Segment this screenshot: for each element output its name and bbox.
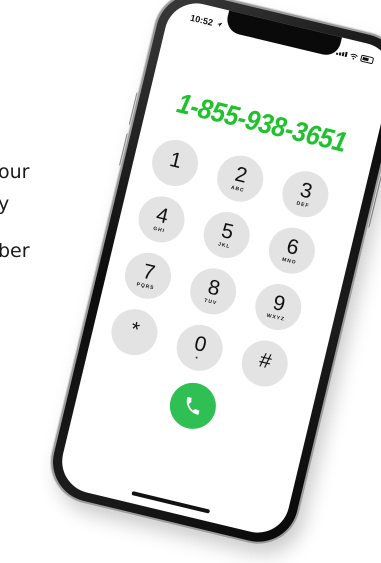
key-digit: # bbox=[257, 347, 274, 374]
keypad: 1 2 ABC 3 DEF 4 GHI 5 JKL 6 MNO 7 PQRS 8 TUV 9W… bbox=[106, 135, 349, 395]
key-2[interactable]: 2 ABC bbox=[212, 150, 268, 207]
background-text-line-1: our bbox=[0, 161, 30, 183]
key-digit: 3 bbox=[297, 178, 315, 204]
key-letters bbox=[262, 372, 263, 377]
key-digit: 9 bbox=[270, 291, 288, 317]
key-digit: 2 bbox=[232, 162, 250, 188]
key-letters bbox=[131, 340, 132, 345]
key-hash[interactable]: # bbox=[237, 335, 293, 392]
key-0[interactable]: 0 + bbox=[171, 320, 228, 376]
phone-device: 10:52 1-855-938-3651 1 2 ABC 3 DEF 4 GHI 5J… bbox=[44, 0, 381, 550]
key-5[interactable]: 5 JKL bbox=[198, 207, 255, 263]
key-digit: * bbox=[128, 317, 142, 342]
key-4[interactable]: 4 GHI bbox=[133, 191, 190, 248]
status-time: 10:52 bbox=[189, 13, 223, 30]
key-3[interactable]: 3 DEF bbox=[277, 166, 334, 222]
key-7[interactable]: 7 PQRS bbox=[120, 248, 176, 304]
phone-icon bbox=[186, 396, 200, 415]
battery-icon bbox=[359, 54, 375, 65]
call-button[interactable] bbox=[165, 378, 221, 434]
key-digit: 4 bbox=[153, 203, 171, 229]
key-6[interactable]: 6 MNO bbox=[264, 222, 320, 279]
key-digit: 1 bbox=[167, 147, 185, 173]
key-digit: 5 bbox=[219, 219, 236, 245]
background-text-line-2: y bbox=[0, 193, 10, 215]
key-digit: 0 bbox=[192, 331, 209, 357]
key-digit: 7 bbox=[140, 259, 158, 285]
key-digit: 8 bbox=[205, 275, 223, 301]
key-1[interactable]: 1 bbox=[147, 135, 203, 191]
location-arrow-icon bbox=[216, 22, 223, 27]
key-digit: 6 bbox=[284, 234, 302, 260]
key-8[interactable]: 8 TUV bbox=[185, 263, 241, 320]
key-letters bbox=[172, 171, 173, 176]
key-letters: + bbox=[194, 355, 200, 362]
key-star[interactable]: * bbox=[106, 304, 163, 360]
wifi-icon bbox=[350, 53, 358, 60]
status-time-text: 10:52 bbox=[189, 12, 215, 28]
signal-bars-icon bbox=[335, 50, 348, 58]
key-9[interactable]: 9 WXYZ bbox=[250, 279, 307, 335]
background-text-line-3: ber bbox=[0, 240, 30, 262]
status-icons bbox=[335, 49, 375, 65]
